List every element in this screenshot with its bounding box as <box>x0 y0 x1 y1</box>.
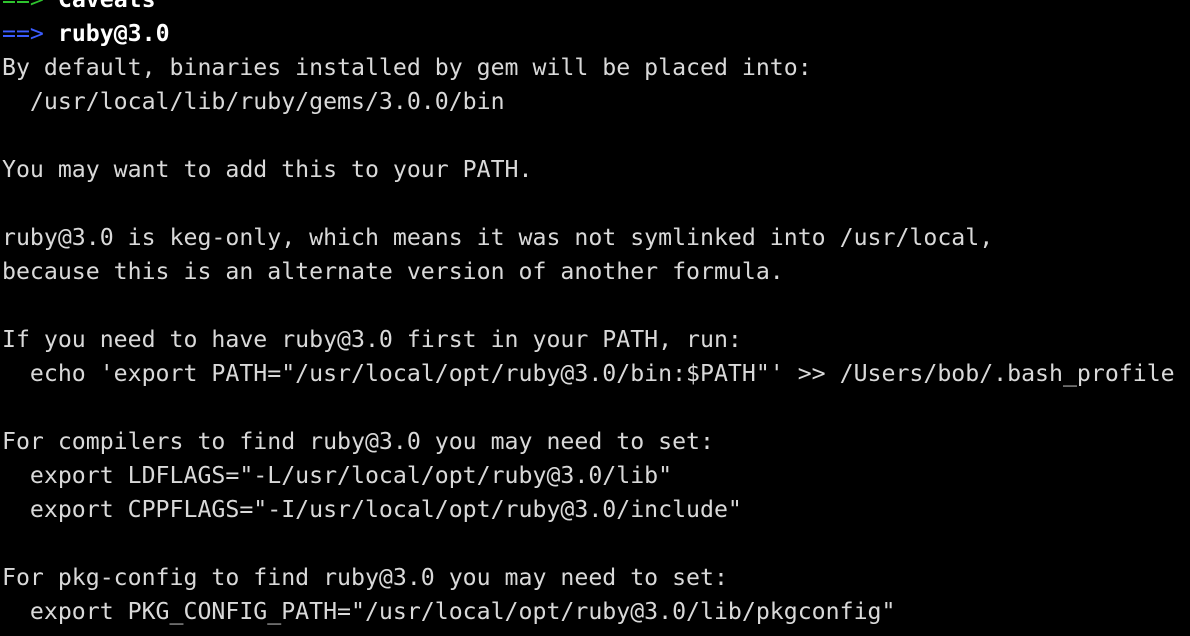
output-line: export LDFLAGS="-L/usr/local/opt/ruby@3.… <box>2 462 673 489</box>
output-line: because this is an alternate version of … <box>2 258 784 285</box>
output-line: For pkg-config to find ruby@3.0 you may … <box>2 564 728 591</box>
output-line: By default, binaries installed by gem wi… <box>2 54 812 81</box>
formula-header: ==> ruby@3.0 <box>2 17 1175 51</box>
output-line: /usr/local/lib/ruby/gems/3.0.0/bin <box>2 88 505 115</box>
green-arrow-icon: ==> <box>2 0 44 13</box>
output-line: ruby@3.0 is keg-only, which means it was… <box>2 224 994 251</box>
output-line: export PKG_CONFIG_PATH="/usr/local/opt/r… <box>2 598 896 625</box>
output-line: For compilers to find ruby@3.0 you may n… <box>2 428 714 455</box>
formula-title: ruby@3.0 <box>57 20 170 47</box>
caveats-header: ==> Caveats <box>2 0 1175 17</box>
caveats-title: Caveats <box>58 0 156 13</box>
output-line: export CPPFLAGS="-I/usr/local/opt/ruby@3… <box>2 496 742 523</box>
output-line: echo 'export PATH="/usr/local/opt/ruby@3… <box>2 360 1175 387</box>
output-line: You may want to add this to your PATH. <box>2 156 533 183</box>
blue-arrow-icon: ==> <box>2 20 44 47</box>
terminal-output: ==> Caveats ==> ruby@3.0 By default, bin… <box>2 0 1175 629</box>
output-line: If you need to have ruby@3.0 first in yo… <box>2 326 742 353</box>
terminal-window[interactable]: ==> Caveats ==> ruby@3.0 By default, bin… <box>0 0 1190 636</box>
